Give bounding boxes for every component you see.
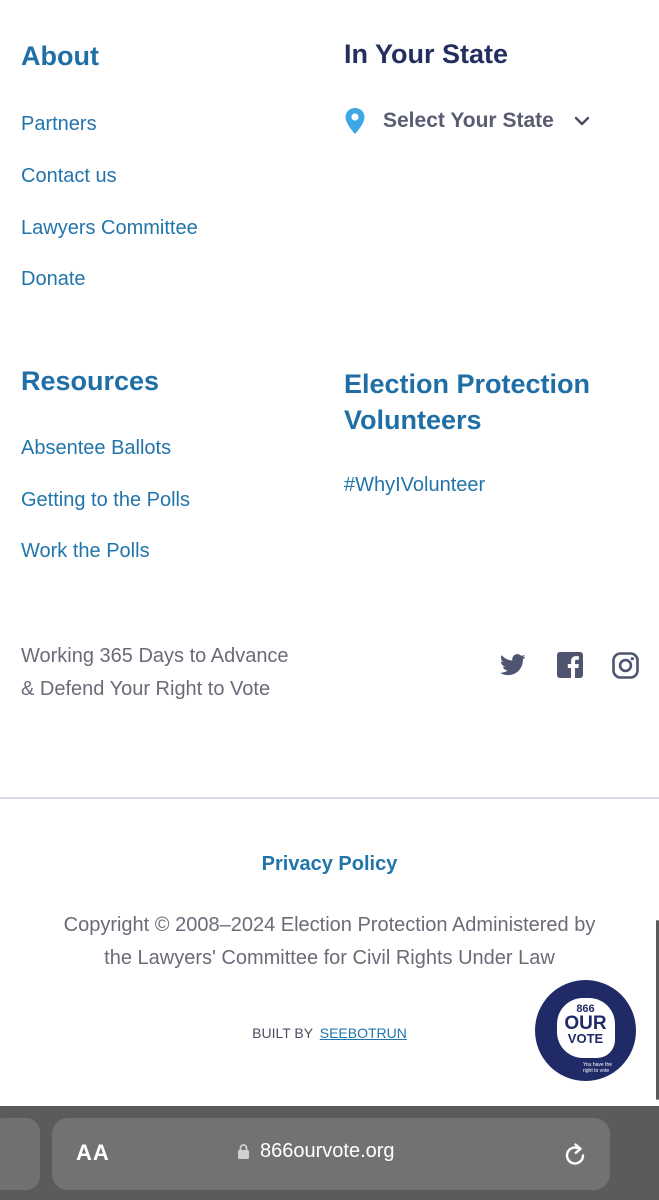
footer-link-lawyers-committee[interactable]: Lawyers Committee xyxy=(21,217,198,240)
copyright-line2: the Lawyers' Committee for Civil Rights … xyxy=(104,947,555,969)
footer-link-contact[interactable]: Contact us xyxy=(21,165,117,188)
lock-icon xyxy=(237,1143,250,1160)
built-by-link[interactable]: SEEBOTRUN xyxy=(320,1025,407,1041)
footer-link-getting-to-polls[interactable]: Getting to the Polls xyxy=(21,489,190,512)
copyright-line1: Copyright © 2008–2024 Election Protectio… xyxy=(63,914,596,936)
instagram-icon[interactable] xyxy=(612,652,639,679)
tagline: Working 365 Days to Advance & Defend You… xyxy=(21,640,289,706)
footer-link-work-the-polls[interactable]: Work the Polls xyxy=(21,540,150,563)
privacy-policy-link[interactable]: Privacy Policy xyxy=(0,853,659,876)
tagline-line1: Working 365 Days to Advance xyxy=(21,645,289,667)
about-heading: About xyxy=(21,41,99,71)
resources-heading: Resources xyxy=(21,366,160,396)
chevron-down-icon xyxy=(574,116,590,126)
url-display[interactable]: 866ourvote.org xyxy=(237,1140,395,1163)
address-bar[interactable]: AA 866ourvote.org xyxy=(52,1118,610,1190)
footer-link-absentee-ballots[interactable]: Absentee Ballots xyxy=(21,437,171,460)
volunteers-heading-line2: Volunteers xyxy=(344,405,482,435)
reload-icon[interactable] xyxy=(562,1140,588,1168)
browser-toolbar: AA 866ourvote.org xyxy=(0,1106,659,1200)
url-text: 866ourvote.org xyxy=(260,1140,395,1162)
badge-tagline: You have the right to vote xyxy=(583,1062,633,1074)
text-size-label: AA xyxy=(76,1140,110,1165)
footer-link-why-i-volunteer[interactable]: #WhyIVolunteer xyxy=(344,474,485,497)
copyright: Copyright © 2008–2024 Election Protectio… xyxy=(0,909,659,975)
our-vote-badge[interactable]: 866 OUR VOTE You have the right to vote xyxy=(535,980,636,1081)
text-size-button[interactable]: AA xyxy=(76,1140,110,1166)
state-select-label: Select Your State xyxy=(383,109,554,132)
built-by-prefix: BUILT BY xyxy=(252,1025,313,1041)
facebook-icon[interactable] xyxy=(557,652,583,678)
volunteers-heading: Election Protection Volunteers xyxy=(344,366,590,438)
badge-tagline-line2: right to vote xyxy=(583,1068,610,1074)
volunteers-heading-line1: Election Protection xyxy=(344,369,591,399)
location-pin-icon xyxy=(344,107,368,135)
footer-link-partners[interactable]: Partners xyxy=(21,113,97,136)
footer-link-donate[interactable]: Donate xyxy=(21,268,86,291)
tagline-line2: & Defend Your Right to Vote xyxy=(21,678,271,700)
badge-vote: VOTE xyxy=(567,1031,604,1046)
previous-tab-preview[interactable] xyxy=(0,1118,40,1190)
twitter-icon[interactable] xyxy=(500,654,526,678)
state-heading: In Your State xyxy=(344,39,509,69)
footer-divider xyxy=(0,797,659,799)
state-select[interactable]: Select Your State xyxy=(344,104,624,138)
